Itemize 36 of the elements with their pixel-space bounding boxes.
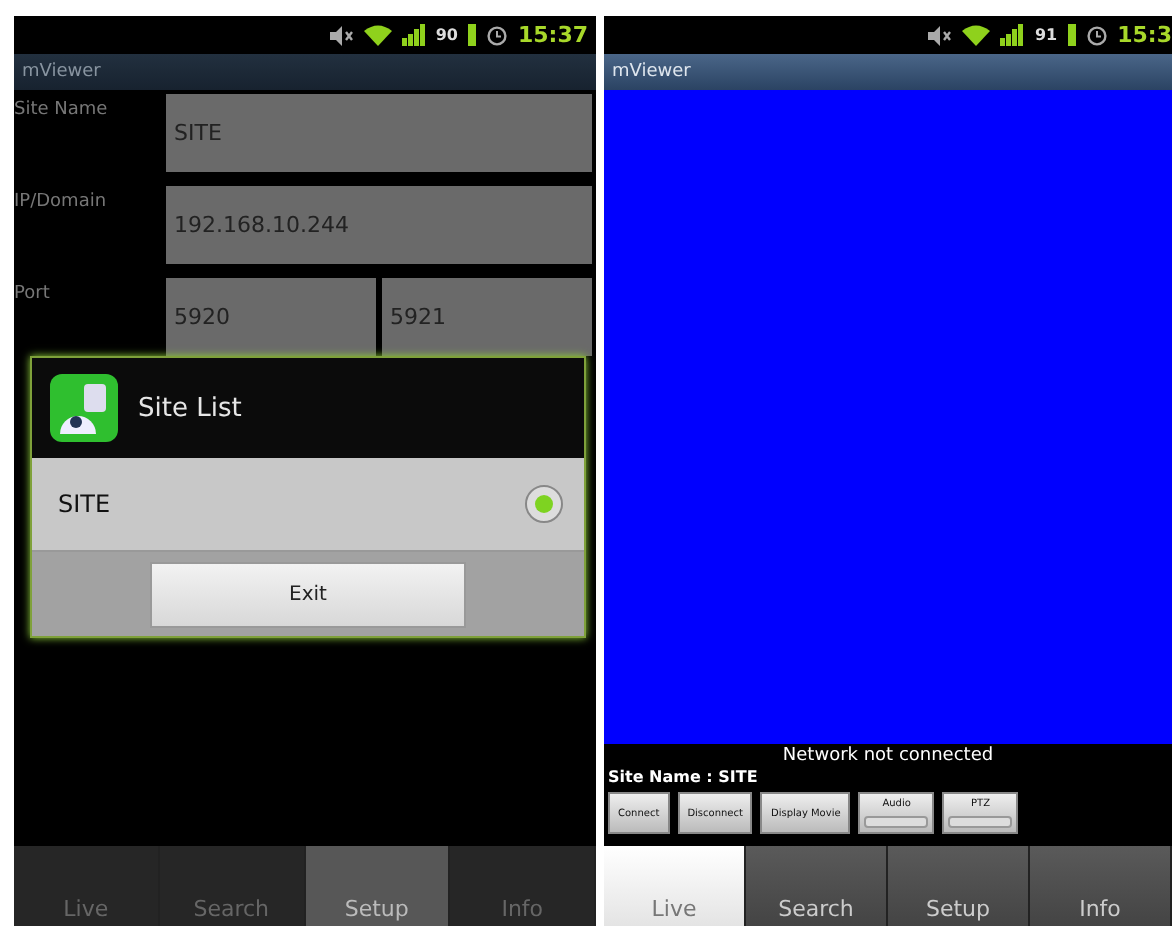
input-field[interactable]: 5921 bbox=[382, 278, 592, 356]
radio-button[interactable] bbox=[524, 484, 564, 524]
input-field[interactable]: SITE bbox=[166, 94, 592, 172]
tab[interactable]: Search bbox=[746, 846, 888, 926]
mute-icon bbox=[928, 25, 953, 45]
battery-level: 90 bbox=[435, 26, 458, 44]
clock-time: 15:37 bbox=[517, 22, 588, 48]
tab[interactable]: Setup bbox=[888, 846, 1030, 926]
signal-icon bbox=[1000, 24, 1025, 46]
tab[interactable]: Live bbox=[604, 846, 746, 926]
site-name-label: Site Name : SITE bbox=[608, 768, 760, 788]
app-title: mViewer bbox=[22, 62, 101, 82]
battery-icon bbox=[1067, 24, 1076, 46]
camera-app-icon bbox=[50, 374, 118, 442]
clock-time: 15:3 bbox=[1117, 22, 1172, 48]
status-message: Network not connected bbox=[782, 746, 994, 768]
tab[interactable]: Setup bbox=[305, 846, 451, 926]
site-list-item[interactable]: SITE bbox=[32, 458, 584, 552]
tab[interactable]: Info bbox=[1030, 846, 1172, 926]
app-title: mViewer bbox=[612, 62, 691, 82]
exit-button[interactable]: Exit bbox=[150, 561, 466, 627]
mute-icon bbox=[329, 25, 354, 45]
alarm-clock-icon bbox=[485, 24, 508, 46]
field-label: Port bbox=[14, 282, 52, 308]
field-label: Site Name bbox=[14, 98, 110, 124]
input-field[interactable]: 5920 bbox=[166, 278, 376, 356]
input-field[interactable]: 192.168.10.244 bbox=[166, 186, 592, 264]
alarm-clock-icon bbox=[1085, 24, 1108, 46]
signal-icon bbox=[401, 24, 426, 46]
battery-level: 91 bbox=[1034, 26, 1058, 44]
site-name: SITE bbox=[58, 490, 111, 518]
battery-icon bbox=[467, 24, 476, 46]
field-label: IP/Domain bbox=[14, 190, 109, 216]
wifi-icon bbox=[363, 24, 392, 46]
dialog-title: Site List bbox=[138, 393, 242, 423]
wifi-icon bbox=[962, 24, 991, 46]
